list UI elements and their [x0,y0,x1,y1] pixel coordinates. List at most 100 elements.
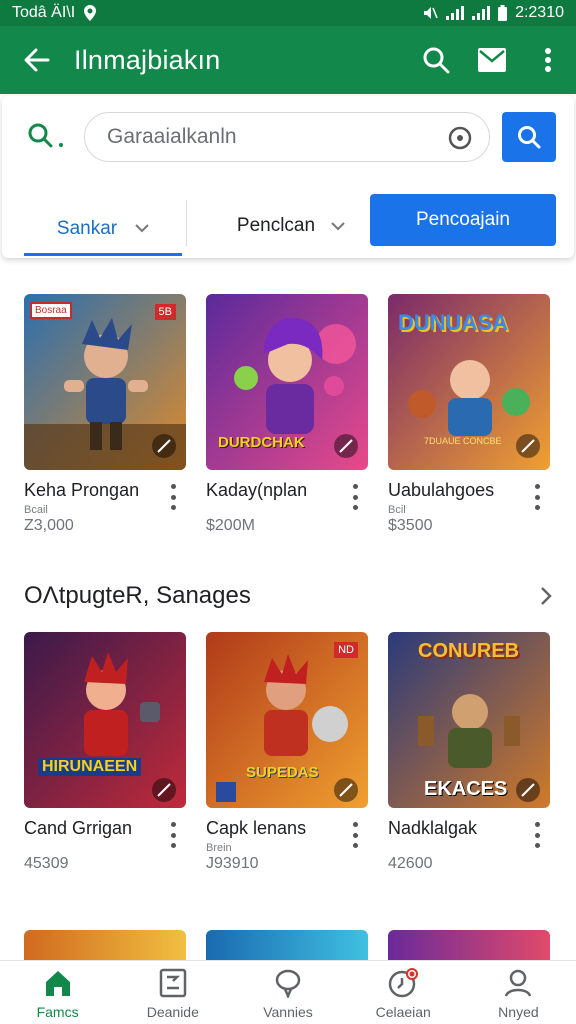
game-thumbnail[interactable] [206,930,368,960]
game-name: Keha Prongan [24,480,140,500]
game-art [206,632,368,808]
section-title: OΛtpugteR, Sanages [24,582,251,609]
game-name: Cand Grrigan [24,818,133,838]
mail-button[interactable] [464,26,520,94]
nav-label: Famcs [36,1003,79,1020]
clock-icon [388,967,419,997]
location-icon [84,5,97,21]
game-art [24,632,186,808]
game-thumbnail[interactable] [24,930,186,960]
game-card[interactable]: ND SUPEDAS Capk lenans Brein J93910 [206,632,368,882]
filter-tab-2-label: Penclcan [236,215,316,236]
game-art-title: DUNUASA [398,310,508,335]
game-name: Capk lenans [206,818,307,838]
game-thumbnail[interactable]: DUNUASA 7DUAUE CONCBE [388,294,550,470]
game-publisher: Bcail [24,504,48,516]
game-thumbnail[interactable]: HIRUNAEEN [24,632,186,808]
nav-label: Celaeian [375,1003,431,1020]
filter-tab-1-label: Sankar [56,217,118,239]
signal-icon [446,6,465,20]
game-thumbnail[interactable]: Bosraa 5B [24,294,186,470]
game-price: 45309 [24,855,69,872]
chevron-down-icon [135,224,149,233]
search-lens [26,118,72,154]
game-art-title: HIRUNAEEN [38,758,142,776]
status-time: 2:2310 [515,4,564,21]
nav-item-profile[interactable]: Nnyed [461,961,576,1024]
game-art-subtitle: EKACES [424,778,508,800]
game-thumbnail[interactable]: CONUREB EKACES [388,632,550,808]
game-art [24,294,186,470]
search-button[interactable] [408,26,464,94]
battery-icon [498,5,508,21]
search-input-value: Garaaialkanln [107,125,237,148]
more-vert-icon [545,48,551,72]
nav-item-home[interactable]: Famcs [0,961,115,1024]
filter-apply-label: Pencoajain [415,209,511,230]
search-input[interactable]: Garaaialkanln [84,112,490,162]
game-art-title: SUPEDAS [246,764,319,781]
game-art [388,930,550,960]
more-options-button[interactable] [532,822,542,848]
divider [186,200,187,246]
search-icon [28,123,63,148]
more-options-button[interactable] [168,822,178,848]
signal-icon-2 [472,6,491,20]
more-options-button[interactable] [168,484,178,510]
game-card[interactable]: CONUREB EKACES Nadklalgak 42600 [388,632,550,882]
back-button[interactable] [0,26,74,94]
section-header[interactable]: OΛtpugteR, Sanages [24,578,552,614]
chevron-right-icon[interactable] [540,586,552,606]
more-options-button[interactable] [350,822,360,848]
clear-icon [448,126,472,150]
game-name: Uabulahgoes [388,480,495,500]
card-icon [159,968,187,997]
game-thumbnail[interactable]: DURDCHAK [206,294,368,470]
status-left-text: Todâ ÄI\I [12,4,76,21]
game-price: 42600 [388,855,433,872]
game-art-subtitle: 7DUAUE CONCBE [424,436,502,446]
home-icon [45,970,70,996]
game-price: $3500 [388,517,433,534]
filter-apply-button[interactable]: Pencoajain [370,194,556,246]
clear-button[interactable] [447,125,473,157]
bottom-navigation: Famcs Deanide Vannies Celaeian Nnyed [0,960,576,1024]
nav-label: Deanide [146,1003,199,1020]
game-publisher: Bcil [388,504,406,516]
game-art-title: CONUREB [418,640,520,662]
overflow-menu-button[interactable] [520,26,576,94]
app-bar: Ilnmajbiakın [0,26,576,94]
profile-icon [505,969,532,997]
game-card[interactable]: HIRUNAEEN Cand Grrigan 45309 [24,632,186,882]
game-price: J93910 [206,855,259,872]
game-price: Z3,000 [24,517,74,534]
mute-icon [424,7,438,19]
game-thumbnail[interactable] [388,930,550,960]
nav-label: Vannies [263,1003,313,1020]
search-icon [423,47,450,74]
nav-label: Nnyed [498,1003,539,1020]
nav-item-4[interactable]: Celaeian [346,961,461,1024]
more-options-button[interactable] [350,484,360,510]
title-badge: Bosraa [30,302,72,319]
game-thumbnail[interactable]: ND SUPEDAS [206,632,368,808]
corner-badge: 5B [154,304,176,320]
game-card[interactable]: Bosraa 5B Keha Prongan Bcail Z3,000 [24,294,186,544]
chevron-down-icon [331,221,345,230]
search-submit-button[interactable] [502,112,556,162]
filter-tab-1[interactable]: Sankar [24,204,182,256]
nav-item-3[interactable]: Vannies [230,961,345,1024]
game-name: Kaday(nplan [206,480,308,500]
game-card[interactable]: DUNUASA 7DUAUE CONCBE Uabulahgoes Bcil $… [388,294,550,544]
search-icon [518,126,541,149]
page-title: Ilnmajbiakın [74,44,221,75]
game-art-title: DURDCHAK [218,434,305,451]
filter-tab-2[interactable]: Penclcan [216,204,366,248]
game-price: $200M [206,517,255,534]
more-options-button[interactable] [532,484,542,510]
search-card: Garaaialkanln Sankar Penclcan Pencoajain [2,96,574,258]
game-art [24,930,186,960]
nav-item-2[interactable]: Deanide [115,961,230,1024]
game-card[interactable]: DURDCHAK Kaday(nplan $200M [206,294,368,544]
balloon-icon [275,969,301,998]
